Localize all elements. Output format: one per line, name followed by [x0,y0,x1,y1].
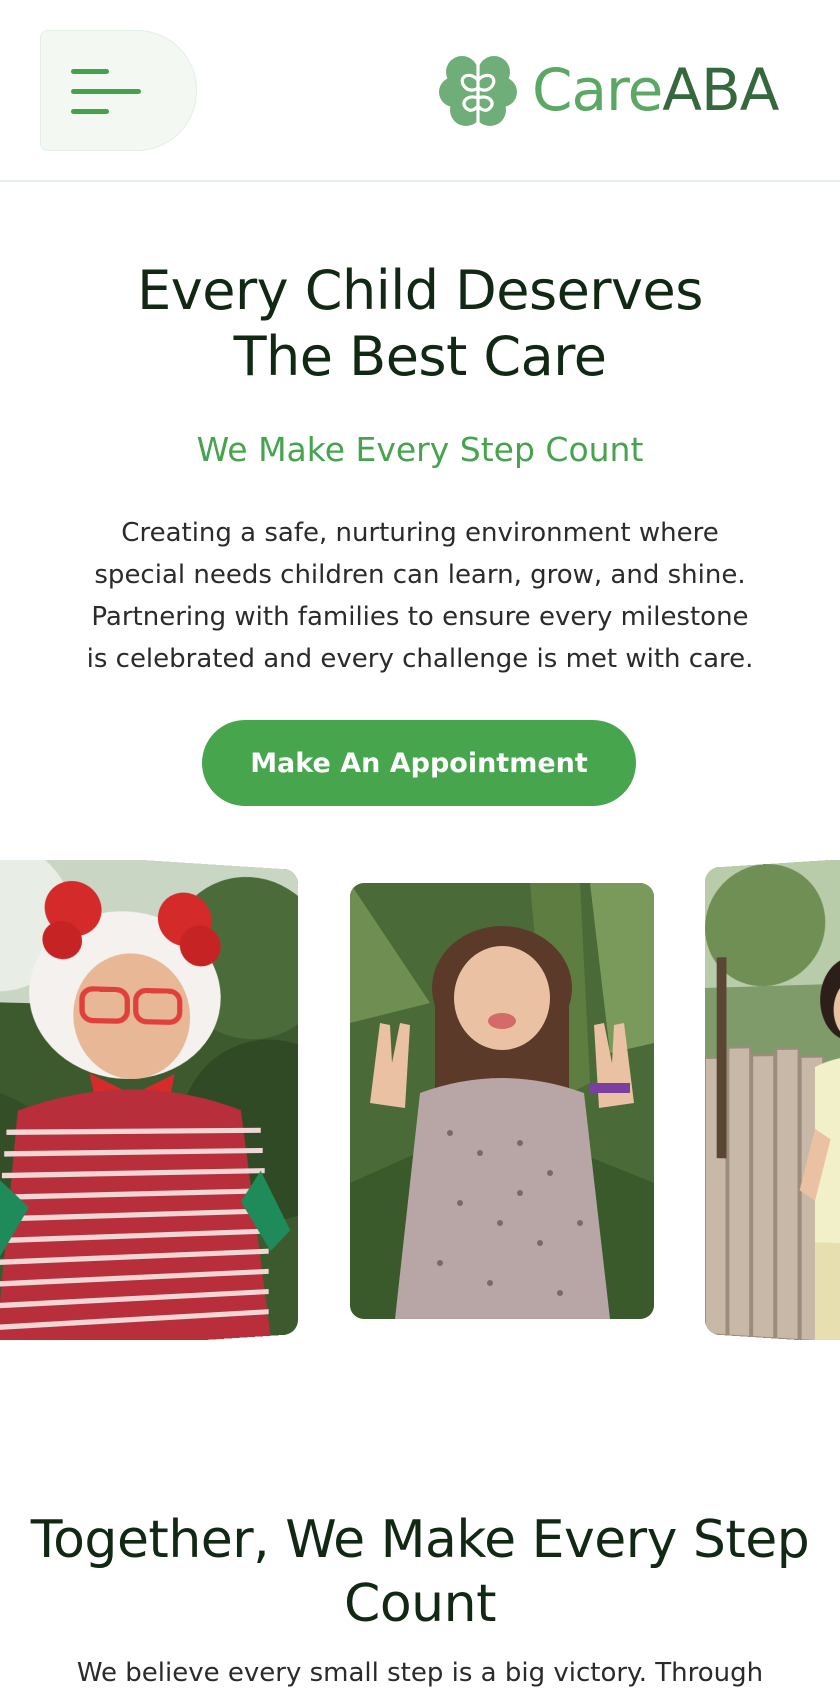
site-logo[interactable]: CareABA [438,50,778,130]
section-title: Together, We Make Every Step Count [30,1508,810,1636]
child-by-fence-photo [705,860,840,1340]
photo-gallery [0,860,840,1340]
section-title-line-1: Together, We Make Every Step [31,1510,810,1570]
child-making-peace-signs-photo [350,883,654,1319]
hero-title-line-2: The Best Care [234,325,607,388]
logo-text-care: Care [532,56,662,124]
hero-subtitle: We Make Every Step Count [60,428,780,472]
hero-title: Every Child Deserves The Best Care [60,258,780,390]
hero-description-line: special needs children can learn, grow, … [94,560,745,590]
hero-title-line-1: Every Child Deserves [137,259,703,322]
make-appointment-button[interactable]: Make An Appointment [202,720,636,806]
logo-text-aba: ABA [662,56,778,124]
hero-description-line: Partnering with families to ensure every… [91,602,748,632]
menu-button[interactable] [40,30,197,151]
hamburger-menu-icon-bar [71,89,141,94]
logo-text: CareABA [532,50,778,130]
hero-description-line: is celebrated and every challenge is met… [87,644,754,674]
brain-icon [438,50,518,130]
hero-description-line: Creating a safe, nurturing environment w… [121,518,718,548]
child-with-reindeer-headband-photo [0,860,298,1340]
site-header: CareABA [0,0,840,182]
hamburger-menu-icon-bar [71,109,109,114]
section-title-line-2: Count [344,1574,496,1634]
hamburger-menu-icon [71,69,109,74]
hero-description: Creating a safe, nurturing environment w… [70,512,770,680]
section-description: We believe every small step is a big vic… [40,1652,800,1694]
